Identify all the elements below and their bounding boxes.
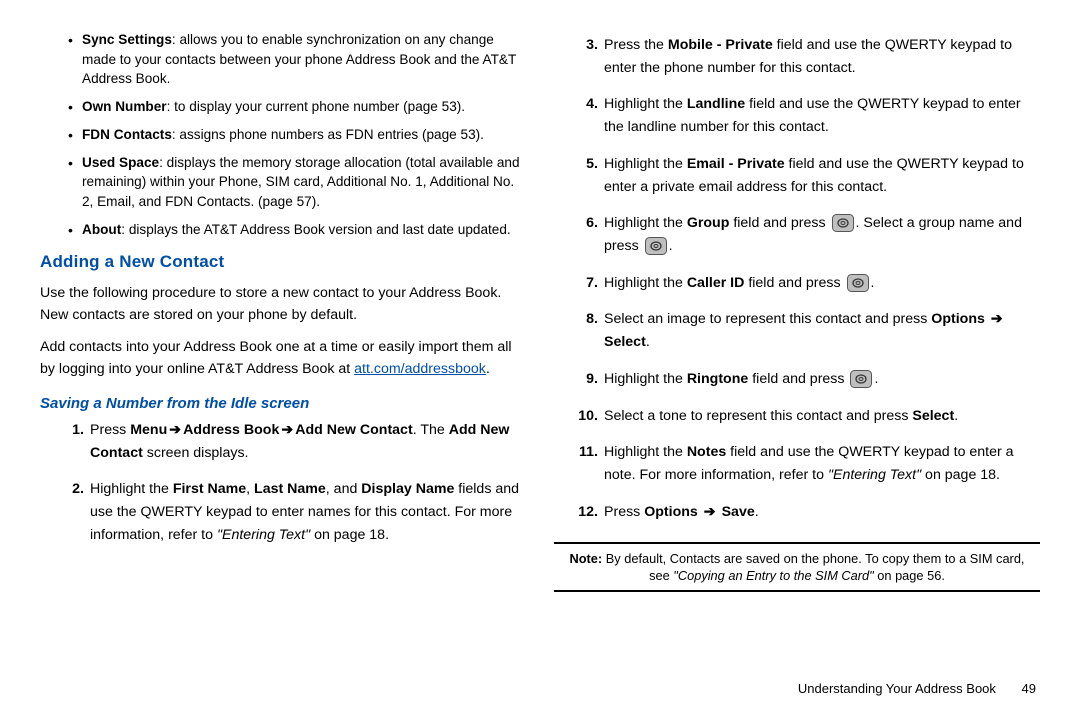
ok-button-icon xyxy=(645,237,667,255)
left-column: Sync Settings: allows you to enable sync… xyxy=(40,30,540,700)
intro-paragraph-2: Add contacts into your Address Book one … xyxy=(40,336,526,380)
step-9: 9. Highlight the Ringtone field and pres… xyxy=(574,368,1040,391)
heading-saving-number: Saving a Number from the Idle screen xyxy=(40,392,526,415)
page-footer: Understanding Your Address Book 49 xyxy=(798,681,1036,696)
arrow-icon: ➔ xyxy=(985,311,1005,327)
arrow-icon: ➔ xyxy=(167,422,183,438)
note-box: Note: By default, Contacts are saved on … xyxy=(554,542,1040,593)
bullet-fdn-contacts: FDN Contacts: assigns phone numbers as F… xyxy=(82,125,526,145)
right-column: 3. Press the Mobile - Private field and … xyxy=(540,30,1040,700)
arrow-icon: ➔ xyxy=(698,504,722,520)
addressbook-link[interactable]: att.com/addressbook xyxy=(354,361,486,377)
arrow-icon: ➔ xyxy=(279,422,295,438)
step-3: 3. Press the Mobile - Private field and … xyxy=(574,34,1040,79)
step-6: 6. Highlight the Group field and press .… xyxy=(574,212,1040,257)
bullet-used-space: Used Space: displays the memory storage … xyxy=(82,153,526,212)
steps-right: 3. Press the Mobile - Private field and … xyxy=(554,34,1040,524)
heading-adding-contact: Adding a New Contact xyxy=(40,249,526,275)
bullet-own-number: Own Number: to display your current phon… xyxy=(82,97,526,117)
steps-left: 1. Press Menu➔Address Book➔Add New Conta… xyxy=(40,419,526,547)
step-4: 4. Highlight the Landline field and use … xyxy=(574,93,1040,138)
intro-paragraph-1: Use the following procedure to store a n… xyxy=(40,282,526,326)
step-2: 2. Highlight the First Name, Last Name, … xyxy=(60,478,526,546)
page-number: 49 xyxy=(1022,681,1036,696)
step-5: 5. Highlight the Email - Private field a… xyxy=(574,153,1040,198)
ok-button-icon xyxy=(850,370,872,388)
step-1: 1. Press Menu➔Address Book➔Add New Conta… xyxy=(60,419,526,464)
step-12: 12. Press Options ➔ Save. xyxy=(574,501,1040,524)
manual-page: Sync Settings: allows you to enable sync… xyxy=(0,0,1080,720)
bullet-sync-settings: Sync Settings: allows you to enable sync… xyxy=(82,30,526,89)
step-8: 8. Select an image to represent this con… xyxy=(574,308,1040,353)
settings-bullet-list: Sync Settings: allows you to enable sync… xyxy=(40,30,526,239)
step-10: 10. Select a tone to represent this cont… xyxy=(574,405,1040,428)
ok-button-icon xyxy=(847,274,869,292)
step-11: 11. Highlight the Notes field and use th… xyxy=(574,441,1040,486)
chapter-title: Understanding Your Address Book xyxy=(798,681,996,696)
bullet-about: About: displays the AT&T Address Book ve… xyxy=(82,220,526,240)
step-7: 7. Highlight the Caller ID field and pre… xyxy=(574,272,1040,295)
ok-button-icon xyxy=(832,214,854,232)
